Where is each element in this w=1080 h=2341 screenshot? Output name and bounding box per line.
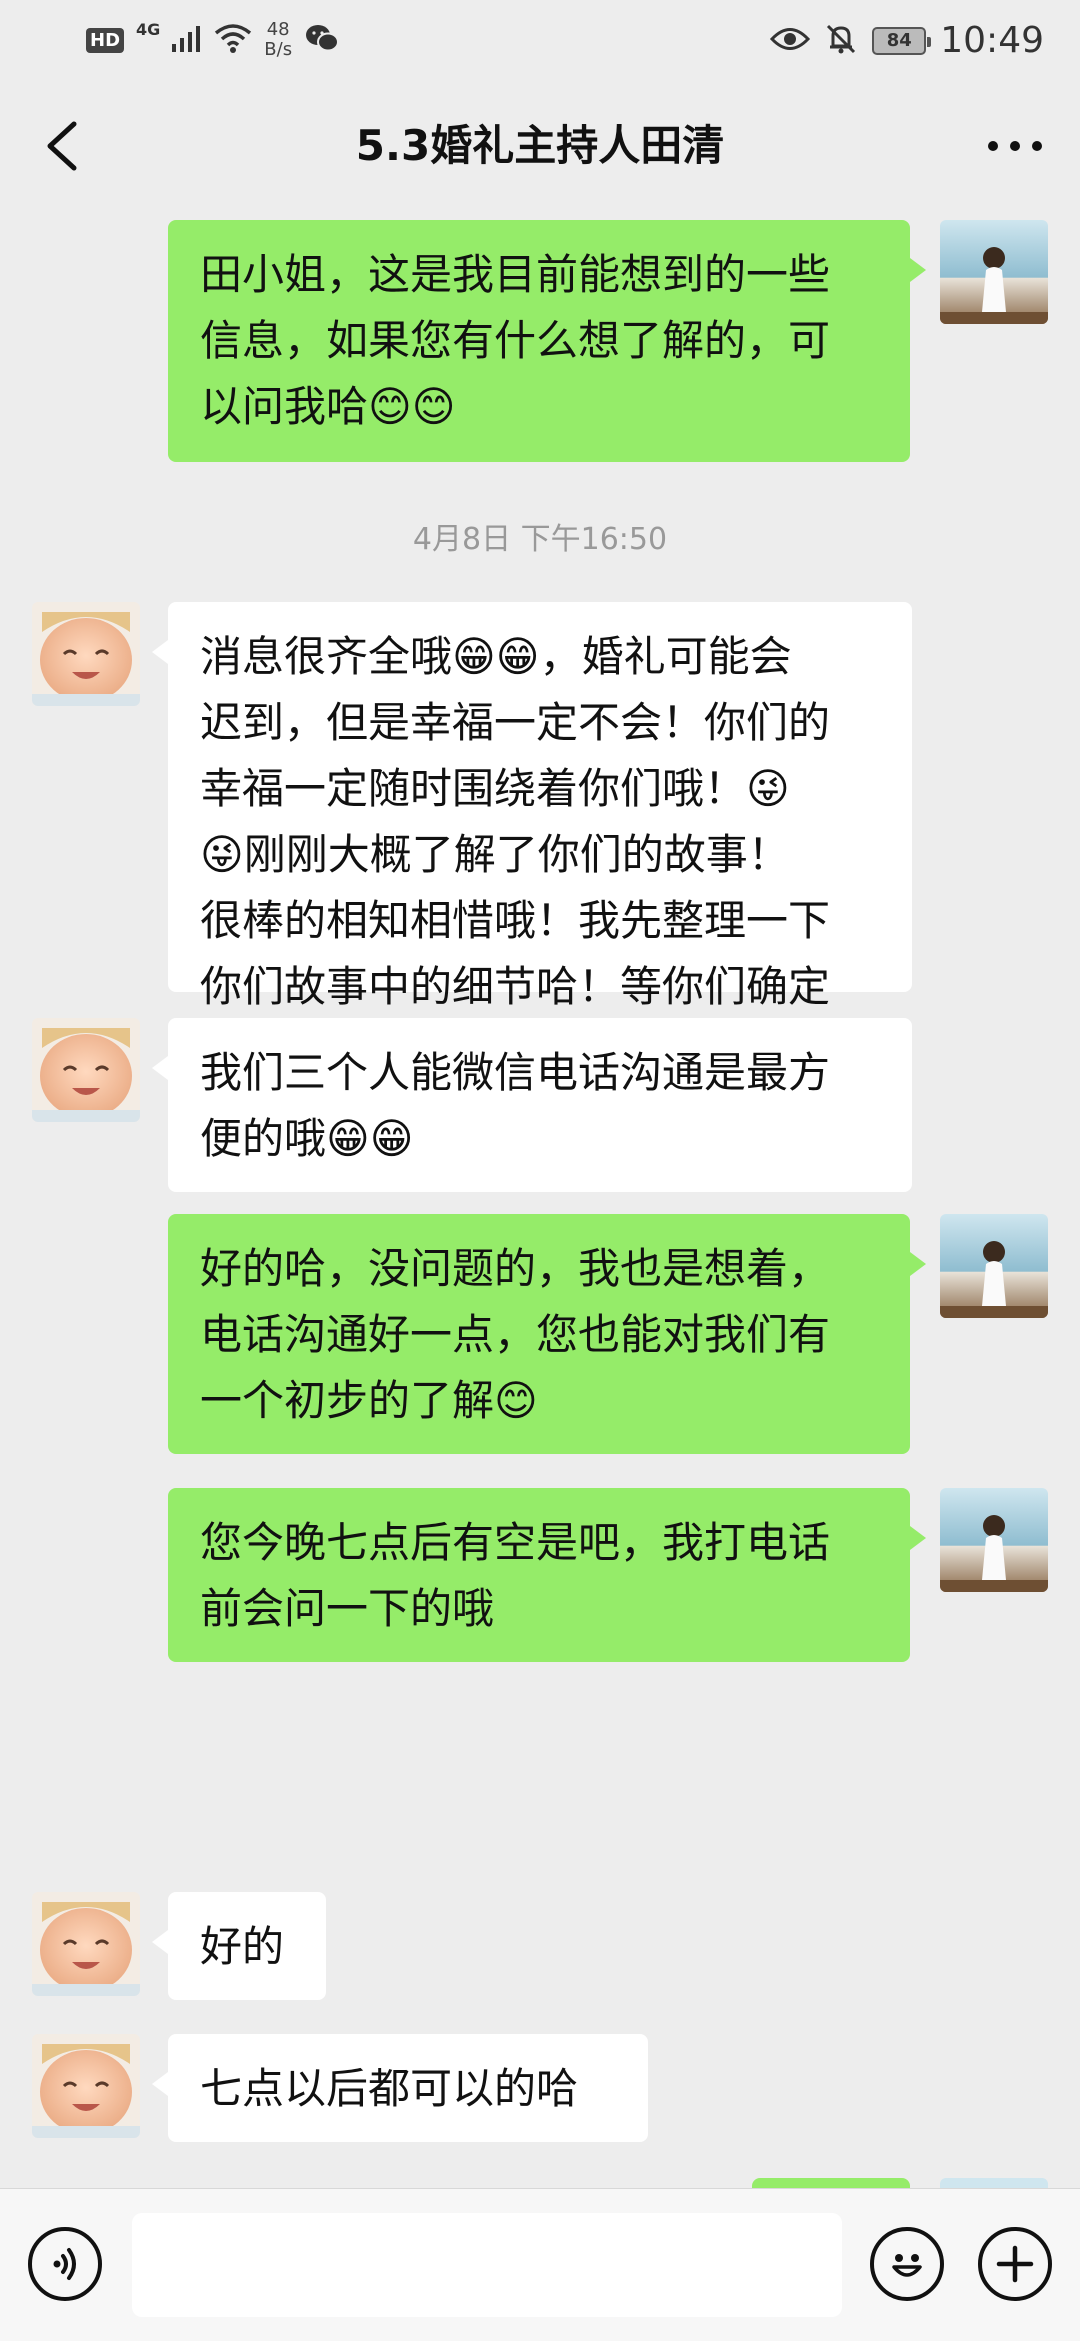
more-options-button[interactable]: [980, 114, 1050, 178]
status-bar: HD 4G 48 B/s 84 10:49: [0, 0, 1080, 80]
message-text: 您今晚七点后有空是吧，我打电话 前会问一下的哦: [200, 1518, 831, 1633]
input-bar: [0, 2188, 1080, 2341]
signal-icon: [172, 24, 202, 56]
voice-input-button[interactable]: [28, 2227, 102, 2301]
message-text: 田小姐，这是我目前能想到的一些 信息，如果您有什么想了解的，可 以问我哈😊😊: [200, 250, 831, 431]
message-bubble-received[interactable]: 好的: [152, 1892, 326, 2000]
add-more-button[interactable]: [978, 2227, 1052, 2301]
wechat-icon: [304, 22, 340, 58]
message-bubble-sent[interactable]: 田小姐，这是我目前能想到的一些 信息，如果您有什么想了解的，可 以问我哈😊😊: [168, 220, 926, 462]
eye-icon: [770, 26, 811, 56]
message-row-sent: 好的哈，没问题的，我也是想着， 电话沟通好一点，您也能对我们有 一个初步的了解😊: [0, 1214, 1080, 1456]
chevron-left-icon: [47, 121, 77, 171]
contact-avatar[interactable]: [32, 2034, 140, 2138]
message-row-received: 好的: [0, 1892, 1080, 2004]
message-text: 七点以后都可以的哈: [200, 2064, 579, 2113]
message-input[interactable]: [132, 2213, 842, 2317]
contact-avatar[interactable]: [32, 1892, 140, 1996]
message-row-sent: 您今晚七点后有空是吧，我打电话 前会问一下的哦: [0, 1488, 1080, 1668]
back-button[interactable]: [30, 114, 94, 178]
message-row-sent-partial: [0, 2178, 1080, 2188]
contact-avatar[interactable]: [32, 602, 140, 706]
message-bubble-sent[interactable]: [752, 2178, 910, 2188]
message-bubble-received[interactable]: 七点以后都可以的哈: [152, 2034, 648, 2142]
hd-badge: HD: [86, 27, 125, 53]
message-bubble-received[interactable]: 消息很齐全哦😁😁，婚礼可能会 迟到，但是幸福一定不会！你们的 幸福一定随时围绕着…: [152, 602, 912, 1143]
message-text: 好的哈，没问题的，我也是想着， 电话沟通好一点，您也能对我们有 一个初步的了解😊: [200, 1244, 831, 1425]
message-row-received: 消息很齐全哦😁😁，婚礼可能会 迟到，但是幸福一定不会！你们的 幸福一定随时围绕着…: [0, 602, 1080, 1143]
my-avatar[interactable]: [940, 220, 1048, 324]
my-avatar[interactable]: [940, 1488, 1048, 1592]
my-avatar[interactable]: [940, 2178, 1048, 2188]
plus-icon: [996, 2245, 1034, 2283]
chat-header: 5.3婚礼主持人田清: [0, 80, 1080, 212]
more-dots-icon: [988, 141, 1042, 151]
battery-indicator: 84: [872, 26, 932, 55]
message-row-sent: 田小姐，这是我目前能想到的一些 信息，如果您有什么想了解的，可 以问我哈😊😊: [0, 212, 1080, 462]
message-row-received: 七点以后都可以的哈: [0, 2034, 1080, 2146]
message-text: 好的: [200, 1922, 285, 1971]
timestamp: 4月8日 下午16:50: [412, 522, 668, 557]
message-bubble-received[interactable]: 我们三个人能微信电话沟通是最方 便的哦😁😁: [152, 1018, 912, 1192]
network-type: 4G: [136, 20, 161, 39]
mute-bell-icon: [824, 22, 858, 60]
message-text: 我们三个人能微信电话沟通是最方 便的哦😁😁: [200, 1048, 831, 1163]
emoji-icon: [892, 2254, 922, 2277]
clock: 10:49: [940, 20, 1044, 61]
voice-icon: [53, 2248, 76, 2280]
network-rate: 48 B/s: [264, 19, 293, 60]
my-avatar[interactable]: [940, 1214, 1048, 1318]
message-row-received: 我们三个人能微信电话沟通是最方 便的哦😁😁: [0, 1018, 1080, 1198]
emoji-button[interactable]: [870, 2227, 944, 2301]
wifi-icon: [214, 23, 252, 57]
message-bubble-sent[interactable]: 您今晚七点后有空是吧，我打电话 前会问一下的哦: [168, 1488, 926, 1662]
chat-area[interactable]: 田小姐，这是我目前能想到的一些 信息，如果您有什么想了解的，可 以问我哈😊😊 4…: [0, 212, 1080, 2188]
message-bubble-sent[interactable]: 好的哈，没问题的，我也是想着， 电话沟通好一点，您也能对我们有 一个初步的了解😊: [168, 1214, 926, 1454]
chat-title: 5.3婚礼主持人田清: [355, 121, 725, 170]
contact-avatar[interactable]: [32, 1018, 140, 1122]
